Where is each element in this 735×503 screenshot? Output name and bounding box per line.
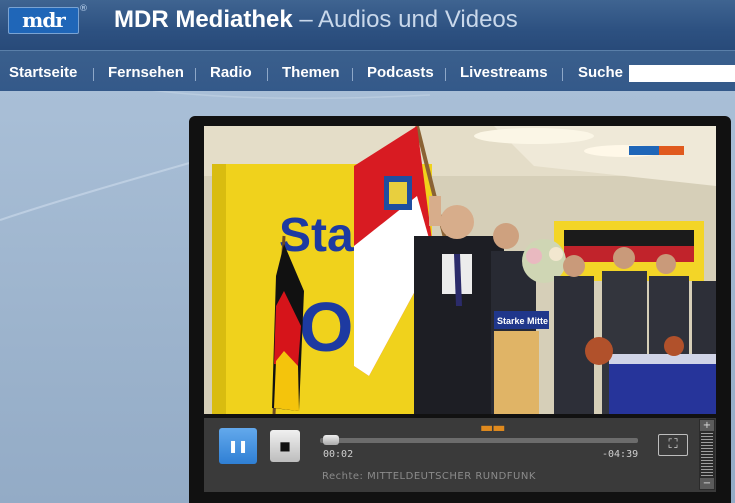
drag-handle-icon[interactable]: ▬▬ — [480, 421, 505, 435]
plus-icon: + — [702, 420, 712, 431]
elapsed-time: 00:02 — [323, 449, 354, 460]
minus-icon: − — [702, 478, 712, 489]
registered-mark: ® — [79, 4, 88, 14]
nav-separator — [195, 68, 196, 81]
nav-separator — [267, 68, 268, 81]
title-main: MDR Mediathek — [114, 6, 293, 33]
nav-separator — [562, 68, 563, 81]
video-still: Stat O Starke Mitte — [204, 126, 716, 414]
nav-separator — [445, 68, 446, 81]
progress-thumb[interactable] — [323, 435, 340, 445]
search-input[interactable] — [629, 65, 735, 82]
volume-down-button[interactable]: − — [700, 478, 714, 489]
title-sub: – Audios und Videos — [299, 6, 518, 33]
fullscreen-icon: ⛶ — [668, 437, 678, 452]
progress-track[interactable] — [320, 438, 638, 443]
nav-themen[interactable]: Themen — [282, 51, 340, 91]
volume-up-button[interactable]: + — [700, 420, 714, 431]
header: mdr ® MDR Mediathek – Audios und Videos — [0, 0, 735, 50]
search-label: Suche — [578, 64, 624, 81]
pause-icon: ❚❚ — [227, 439, 249, 453]
nav-livestreams[interactable]: Livestreams — [460, 51, 548, 91]
remaining-time: -04:39 — [602, 449, 639, 460]
stop-icon: ■ — [279, 439, 291, 453]
page-title: MDR Mediathek – Audios und Videos — [114, 6, 518, 34]
nav-fernsehen[interactable]: Fernsehen — [108, 51, 184, 91]
fullscreen-button[interactable]: ⛶ — [658, 434, 688, 456]
rights-notice: Rechte: MITTELDEUTSCHER RUNDFUNK — [322, 471, 536, 482]
nav-separator — [93, 68, 94, 81]
stop-button[interactable]: ■ — [270, 430, 300, 462]
sign-letter: O — [299, 288, 353, 366]
nav-radio[interactable]: Radio — [210, 51, 252, 91]
nav-separator — [352, 68, 353, 81]
pause-button[interactable]: ❚❚ — [219, 428, 257, 464]
mdr-logo[interactable]: mdr — [8, 7, 79, 34]
main-nav: Startseite Fernsehen Radio Themen Podcas… — [0, 50, 735, 91]
volume-level[interactable] — [701, 433, 713, 476]
video-frame[interactable]: Stat O Starke Mitte — [204, 126, 716, 414]
nav-podcasts[interactable]: Podcasts — [367, 51, 434, 91]
nav-startseite[interactable]: Startseite — [9, 51, 77, 91]
small-sign-text: Starke Mitte — [497, 316, 548, 326]
